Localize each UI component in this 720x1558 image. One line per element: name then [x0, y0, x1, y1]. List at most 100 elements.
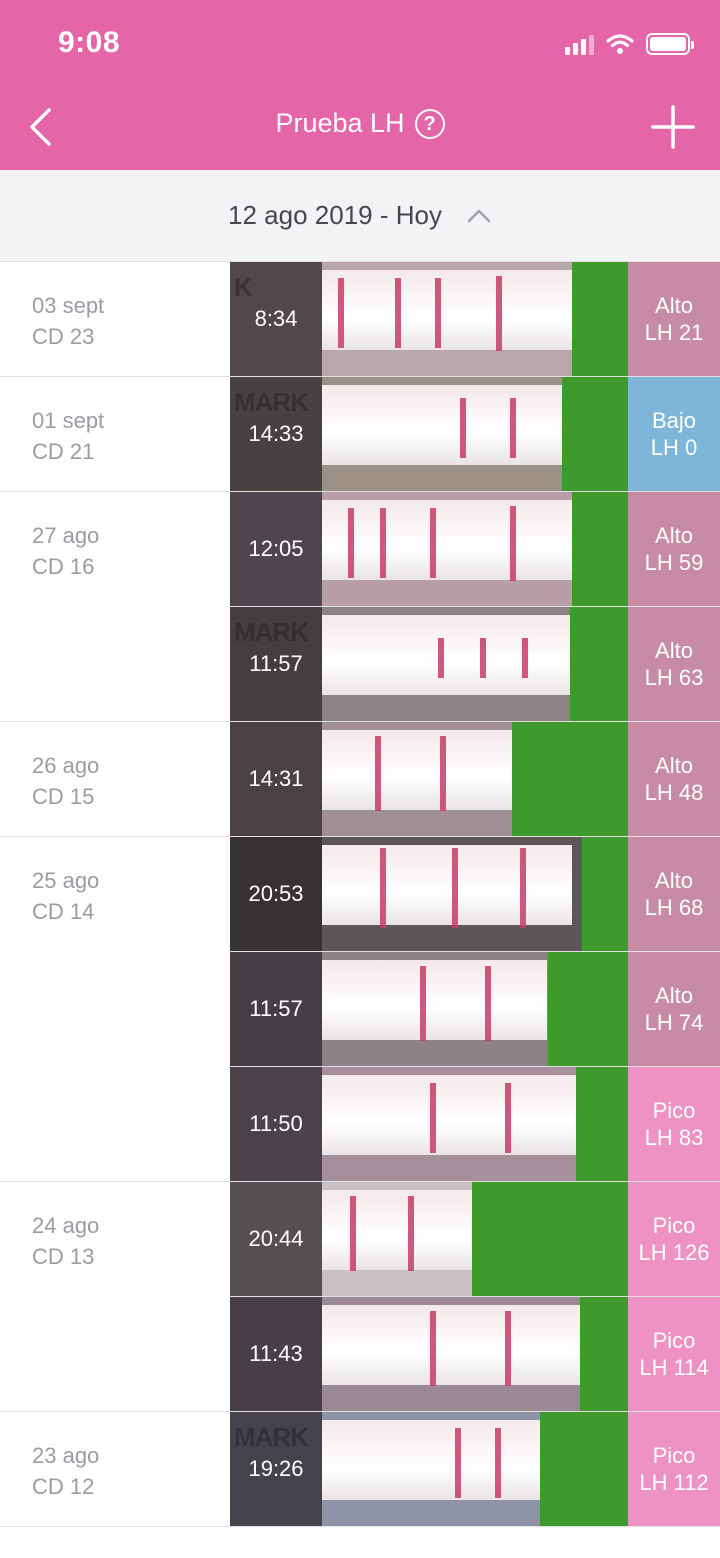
- test-strip-photo[interactable]: 11:57: [230, 952, 628, 1066]
- test-strip-photo[interactable]: 11:50: [230, 1067, 628, 1181]
- test-line: [505, 1311, 511, 1386]
- entry-date: 26 ago: [32, 753, 100, 778]
- test-line: [438, 638, 444, 678]
- list-item[interactable]: MARK11:57AltoLH 63: [0, 607, 720, 722]
- list-item[interactable]: 11:57 Alto LH 74: [0, 952, 720, 1067]
- test-strip: [322, 730, 512, 810]
- test-line: [452, 848, 458, 928]
- test-line: [435, 278, 441, 348]
- date-cell: [0, 607, 230, 722]
- status-time: 9:08: [58, 26, 121, 59]
- result-badge[interactable]: Alto LH 74: [628, 952, 720, 1066]
- test-line: [375, 736, 381, 811]
- page-title: Prueba LH ?: [0, 108, 720, 139]
- strip-handle: [576, 1067, 628, 1181]
- test-strip-photo[interactable]: 14:31: [230, 722, 628, 836]
- test-line: [496, 276, 502, 351]
- date-cell: 01 sept CD 21: [0, 377, 230, 492]
- test-line: [350, 1196, 356, 1271]
- test-strip-photo[interactable]: 11:43: [230, 1297, 628, 1411]
- result-badge[interactable]: Pico LH 114: [628, 1297, 720, 1411]
- date-cell: 25 ago CD 14: [0, 837, 230, 952]
- list-item[interactable]: 01 septCD 21MARK14:33BajoLH 0: [0, 377, 720, 492]
- test-strip-photo[interactable]: 20:53: [230, 837, 628, 951]
- result-level: Pico: [652, 1443, 696, 1468]
- result-badge[interactable]: Pico LH 126: [628, 1182, 720, 1296]
- strip-handle: [582, 837, 628, 951]
- test-line: [430, 508, 436, 578]
- test-strip-photo[interactable]: MARK11:57: [230, 607, 628, 721]
- test-time: 14:31: [248, 766, 304, 791]
- date-range-selector[interactable]: 12 ago 2019 - Hoy: [0, 170, 720, 262]
- test-strip-photo[interactable]: 12:05: [230, 492, 628, 606]
- strip-handle: [570, 607, 628, 721]
- test-strip-photo[interactable]: 20:44: [230, 1182, 628, 1296]
- strip-handle: [548, 952, 628, 1066]
- strip-handle: [512, 722, 628, 836]
- test-strip-photo[interactable]: MARK14:33: [230, 377, 628, 491]
- result-level: Bajo: [651, 408, 697, 433]
- result-lh-value: LH 74: [644, 1010, 704, 1035]
- result-level: Alto: [655, 753, 693, 778]
- test-strip: [322, 1190, 472, 1270]
- date-cell: 03 sept CD 23: [0, 262, 230, 377]
- list-item[interactable]: 03 septCD 23K8:34AltoLH 21: [0, 262, 720, 377]
- app-header: 9:08 Prueba LH ?: [0, 0, 720, 170]
- test-line: [510, 398, 516, 458]
- result-lh-value: LH 0: [650, 435, 698, 460]
- list-item[interactable]: 11:50 Pico LH 83: [0, 1067, 720, 1182]
- entry-cycle-day: CD 12: [32, 1474, 95, 1499]
- result-badge[interactable]: Alto LH 63: [628, 607, 720, 721]
- test-time: 19:26: [248, 1456, 304, 1481]
- strip-handle: [580, 1297, 628, 1411]
- list-item[interactable]: 27 ago CD 16 12:05 Alto LH 59: [0, 492, 720, 607]
- result-badge[interactable]: Alto LH 59: [628, 492, 720, 606]
- test-line: [460, 398, 466, 458]
- test-line: [505, 1083, 511, 1153]
- result-lh-value: LH 59: [644, 550, 704, 575]
- test-line: [495, 1428, 501, 1498]
- result-lh-value: LH 68: [644, 895, 704, 920]
- date-cell: [0, 1297, 230, 1412]
- add-test-button[interactable]: [648, 102, 698, 152]
- status-icons: [565, 32, 694, 56]
- test-line: [480, 638, 486, 678]
- result-badge[interactable]: Bajo LH 0: [628, 377, 720, 491]
- question-circle-icon[interactable]: ?: [414, 108, 445, 139]
- chevron-up-icon: [466, 203, 492, 229]
- test-strip: [322, 960, 547, 1040]
- test-line: [380, 508, 386, 578]
- test-strip-photo[interactable]: K8:34: [230, 262, 628, 376]
- list-item[interactable]: 23 agoCD 12MARK19:26PicoLH 112: [0, 1412, 720, 1527]
- entry-cycle-day: CD 21: [32, 439, 95, 464]
- test-line: [395, 278, 401, 348]
- test-time: 11:43: [249, 1341, 303, 1366]
- list-item[interactable]: 11:43 Pico LH 114: [0, 1297, 720, 1412]
- strip-handle: [540, 1412, 628, 1526]
- test-strip: [322, 500, 582, 580]
- date-range-label: 12 ago 2019 - Hoy: [228, 200, 442, 230]
- result-badge[interactable]: Pico LH 83: [628, 1067, 720, 1181]
- result-badge[interactable]: Alto LH 68: [628, 837, 720, 951]
- result-badge[interactable]: Alto LH 21: [628, 262, 720, 376]
- entry-cycle-day: CD 23: [32, 324, 95, 349]
- test-line: [440, 736, 446, 811]
- test-line: [380, 848, 386, 928]
- result-badge[interactable]: Pico LH 112: [628, 1412, 720, 1526]
- test-time: 8:34: [254, 306, 298, 331]
- entry-date: 25 ago: [32, 868, 100, 893]
- test-line: [430, 1311, 436, 1386]
- test-line: [455, 1428, 461, 1498]
- list-item[interactable]: 26 ago CD 15 14:31 Alto LH 48: [0, 722, 720, 837]
- list-item[interactable]: 25 ago CD 14 20:53 Alto LH 68: [0, 837, 720, 952]
- result-level: Pico: [652, 1213, 696, 1238]
- result-badge[interactable]: Alto LH 48: [628, 722, 720, 836]
- list-item[interactable]: 24 ago CD 13 20:44 Pico LH 126: [0, 1182, 720, 1297]
- result-level: Alto: [655, 638, 693, 663]
- test-strip-photo[interactable]: MARK19:26: [230, 1412, 628, 1526]
- test-strip: [322, 385, 562, 465]
- test-time: 20:53: [248, 881, 304, 906]
- strip-handle: [562, 377, 628, 491]
- test-results-list: 03 septCD 23K8:34AltoLH 2101 septCD 21MA…: [0, 262, 720, 1527]
- result-level: Pico: [652, 1328, 696, 1353]
